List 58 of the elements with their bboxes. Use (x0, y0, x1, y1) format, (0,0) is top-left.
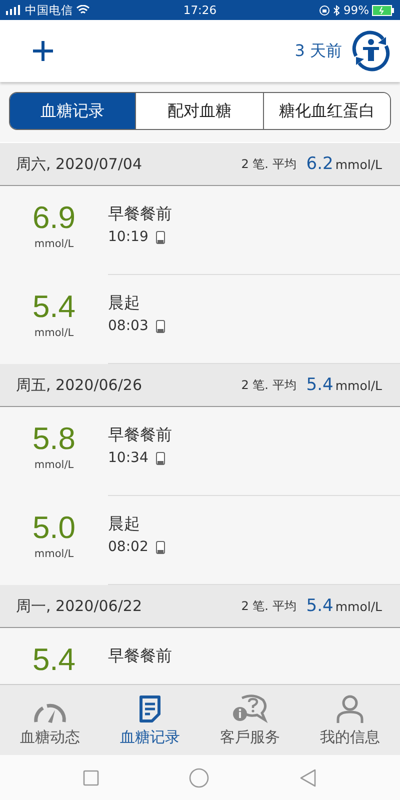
nav-tab[interactable]: 我的信息 (300, 685, 400, 755)
average-unit: mmol/L (335, 598, 382, 614)
lock-rotation-icon (319, 4, 330, 16)
battery-percent: 99% (343, 3, 369, 17)
tab[interactable]: 糖化血红蛋白 (263, 93, 390, 129)
average-value: 5.4 (306, 596, 334, 616)
phone-icon (156, 230, 166, 244)
battery-icon (372, 4, 394, 16)
reading-count: 2 笔. 平均 (241, 376, 296, 394)
average-value: 5.4 (306, 375, 334, 395)
phone-icon (156, 452, 166, 464)
reading-time: 08:02 (108, 539, 148, 555)
add-icon[interactable] (32, 40, 54, 62)
carrier-name: 中国电信 (25, 2, 73, 18)
glucose-unit: mmol/L (34, 548, 74, 560)
reading-count: 2 笔. 平均 (241, 598, 296, 614)
meal-label: 晨起 (108, 514, 141, 535)
sync-time: 3 天前 (294, 40, 342, 62)
glucose-value: 6.9 (32, 200, 76, 236)
phone-icon (156, 540, 166, 554)
nav-tab[interactable]: 客戶服务 (200, 685, 300, 755)
reading-time: 08:03 (108, 318, 148, 334)
reading-time: 10:34 (108, 450, 148, 466)
meal-label: 早餐餐前 (108, 646, 173, 667)
average-unit: mmol/L (335, 156, 382, 172)
person-icon (335, 694, 365, 724)
wifi-icon (76, 5, 90, 15)
day-date: 周六, 2020/07/04 (16, 154, 142, 174)
reading-count: 2 笔. 平均 (241, 156, 296, 172)
glucose-unit: mmol/L (34, 459, 74, 471)
bluetooth-icon (333, 4, 340, 16)
tab[interactable]: 血糖记录 (10, 93, 135, 129)
day-date: 周五, 2020/06/26 (16, 376, 142, 394)
sync-person-icon[interactable] (350, 30, 392, 72)
average-value: 6.2 (306, 154, 334, 174)
day-date: 周一, 2020/06/22 (16, 596, 142, 616)
recents-icon[interactable] (83, 770, 99, 786)
note-icon (138, 694, 162, 724)
glucose-value: 5.4 (32, 642, 76, 678)
glucose-value: 5.8 (32, 421, 76, 457)
home-icon[interactable] (189, 768, 209, 788)
meal-label: 早餐餐前 (108, 204, 173, 225)
glucose-unit: mmol/L (34, 327, 74, 339)
reading-time: 10:19 (108, 229, 148, 245)
meal-label: 早餐餐前 (108, 425, 173, 446)
clock-time: 17:26 (183, 3, 217, 17)
glucose-unit: mmol/L (34, 238, 74, 250)
nav-tab[interactable]: 血糖动态 (0, 685, 100, 755)
signal-icon (6, 5, 22, 15)
phone-icon (156, 320, 166, 332)
gauge-icon (33, 702, 67, 724)
glucose-value: 5.0 (32, 510, 76, 546)
average-unit: mmol/L (335, 378, 382, 392)
glucose-value: 5.4 (32, 289, 76, 325)
nav-tab[interactable]: 血糖记录 (100, 685, 200, 755)
help-chat-icon (232, 694, 268, 724)
meal-label: 晨起 (108, 293, 141, 314)
back-icon[interactable] (299, 768, 317, 786)
